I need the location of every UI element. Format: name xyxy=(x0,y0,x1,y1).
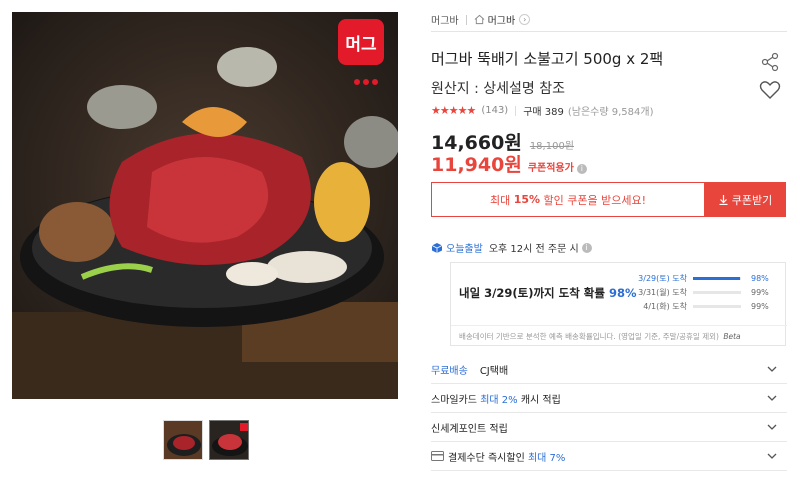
info-icon[interactable]: i xyxy=(576,163,587,174)
cube-icon xyxy=(431,242,443,253)
delivery-headline-pct: 98% xyxy=(608,286,637,300)
probability-value: 98% xyxy=(751,273,769,283)
breadcrumb-shop-link[interactable]: 머그바 xyxy=(488,12,516,27)
probability-date: 4/1(화) 도착 xyxy=(643,301,687,311)
chevron-down-icon xyxy=(767,453,777,459)
coupon-suffix: 할인 쿠폰을 받으세요! xyxy=(543,193,647,207)
probability-fill xyxy=(693,290,741,294)
probability-value: 99% xyxy=(751,301,769,311)
delivery-probability-box: 내일 3/29(토)까지 도착 확률 98% 3/29(토) 도착 98% 3/… xyxy=(450,262,787,347)
smilecard-pct: 최대 2% xyxy=(480,394,518,406)
info-icon[interactable]: i xyxy=(581,242,592,253)
probability-row: 3/29(토) 도착 98% xyxy=(637,271,771,285)
chevron-down-icon xyxy=(767,366,777,372)
smilecard-label: 스마일카드 xyxy=(431,394,477,406)
remaining-stock: (남은수량 9,584개) xyxy=(567,107,654,118)
payment-discount-label: 결제수단 즉시할인 xyxy=(448,452,525,464)
probability-fill xyxy=(693,304,741,308)
delivery-headline: 내일 3/29(토)까지 도착 확률 98% xyxy=(459,285,637,301)
coupon-banner[interactable]: 최대 15% 할인 쿠폰을 받으세요! xyxy=(431,182,705,217)
breadcrumb-divider xyxy=(465,14,467,25)
heart-icon[interactable] xyxy=(759,80,781,100)
get-coupon-button[interactable]: 쿠폰받기 xyxy=(705,182,786,217)
home-icon xyxy=(474,14,484,25)
review-count-link[interactable]: (143) xyxy=(481,105,508,116)
probability-fill xyxy=(693,276,741,280)
coupon-price-row: 11,940원 쿠폰적용가 i xyxy=(431,150,587,177)
thumbnail-list xyxy=(163,420,249,460)
probability-bar xyxy=(693,276,741,280)
breadcrumb-brand-link[interactable]: 머그바 xyxy=(431,12,459,27)
purchase-count: 구매 389 xyxy=(523,107,564,118)
thumbnail-1[interactable] xyxy=(163,420,203,460)
probability-value: 99% xyxy=(751,287,769,297)
ssg-point-label: 신세계포인트 적립 xyxy=(431,423,508,435)
free-shipping-label: 무료배송 xyxy=(431,365,468,377)
svg-text:머그: 머그 xyxy=(345,35,377,55)
smilecard-suffix: 캐시 적립 xyxy=(520,394,561,406)
chevron-down-icon xyxy=(767,395,777,401)
rating-row: ★★★★★ (143) 구매 389 (남은수량 9,584개) xyxy=(431,103,653,118)
delivery-note: 배송데이터 기반으로 분석한 예측 배송확률입니다. (영업일 기준, 주말/공… xyxy=(451,325,787,347)
get-coupon-label: 쿠폰받기 xyxy=(731,193,773,207)
probability-date: 3/29(토) 도착 xyxy=(638,273,687,283)
rating-stars: ★★★★★ xyxy=(431,104,476,117)
delivery-headline-text: 내일 3/29(토)까지 도착 확률 xyxy=(459,286,605,300)
probability-bar xyxy=(693,304,741,308)
probability-bar xyxy=(693,290,741,294)
origin-text: 원산지 : 상세설명 참조 xyxy=(431,81,565,97)
delivery-note-text: 배송데이터 기반으로 분석한 예측 배송확률입니다. (영업일 기준, 주말/공… xyxy=(459,332,719,341)
coupon-prefix: 최대 xyxy=(489,193,511,207)
today-delivery-header: 오늘출발 오후 12시 전 주문 시 i xyxy=(431,240,592,255)
chevron-right-icon[interactable]: › xyxy=(519,14,531,25)
smilecard-row[interactable]: 스마일카드 최대 2% 캐시 적립 xyxy=(431,384,787,413)
product-title: 머그바 뚝배기 소불고기 500g x 2팩 xyxy=(431,50,664,68)
product-main-image[interactable]: 머그 xyxy=(12,12,398,399)
delivery-cutoff: 오후 12시 전 주문 시 xyxy=(488,244,579,255)
ssg-point-row[interactable]: 신세계포인트 적립 xyxy=(431,413,787,442)
breadcrumb: 머그바 머그바 › xyxy=(431,12,531,27)
divider xyxy=(515,105,517,116)
thumbnail-2[interactable] xyxy=(209,420,249,460)
beta-badge: Beta xyxy=(723,332,741,341)
probability-list: 3/29(토) 도착 98% 3/31(월) 도착 99% 4/1(화) 도착 … xyxy=(637,271,771,313)
coupon-percent: 15% xyxy=(513,193,541,206)
chevron-down-icon xyxy=(767,424,777,430)
divider xyxy=(431,31,787,32)
share-icon[interactable] xyxy=(760,52,780,72)
download-icon xyxy=(719,194,728,205)
coupon-price: 11,940원 xyxy=(431,154,522,176)
card-icon xyxy=(431,451,444,461)
courier-name: CJ택배 xyxy=(479,365,509,377)
shipping-row[interactable]: 무료배송 CJ택배 xyxy=(431,355,787,384)
probability-row: 4/1(화) 도착 99% xyxy=(637,299,771,313)
probability-row: 3/31(월) 도착 99% xyxy=(637,285,771,299)
coupon-price-label: 쿠폰적용가 xyxy=(527,163,574,174)
probability-date: 3/31(월) 도착 xyxy=(638,287,687,297)
today-delivery-label: 오늘출발 xyxy=(446,244,483,255)
payment-discount-row[interactable]: 결제수단 즉시할인 최대 7% xyxy=(431,442,787,471)
payment-discount-pct: 최대 7% xyxy=(527,452,566,464)
